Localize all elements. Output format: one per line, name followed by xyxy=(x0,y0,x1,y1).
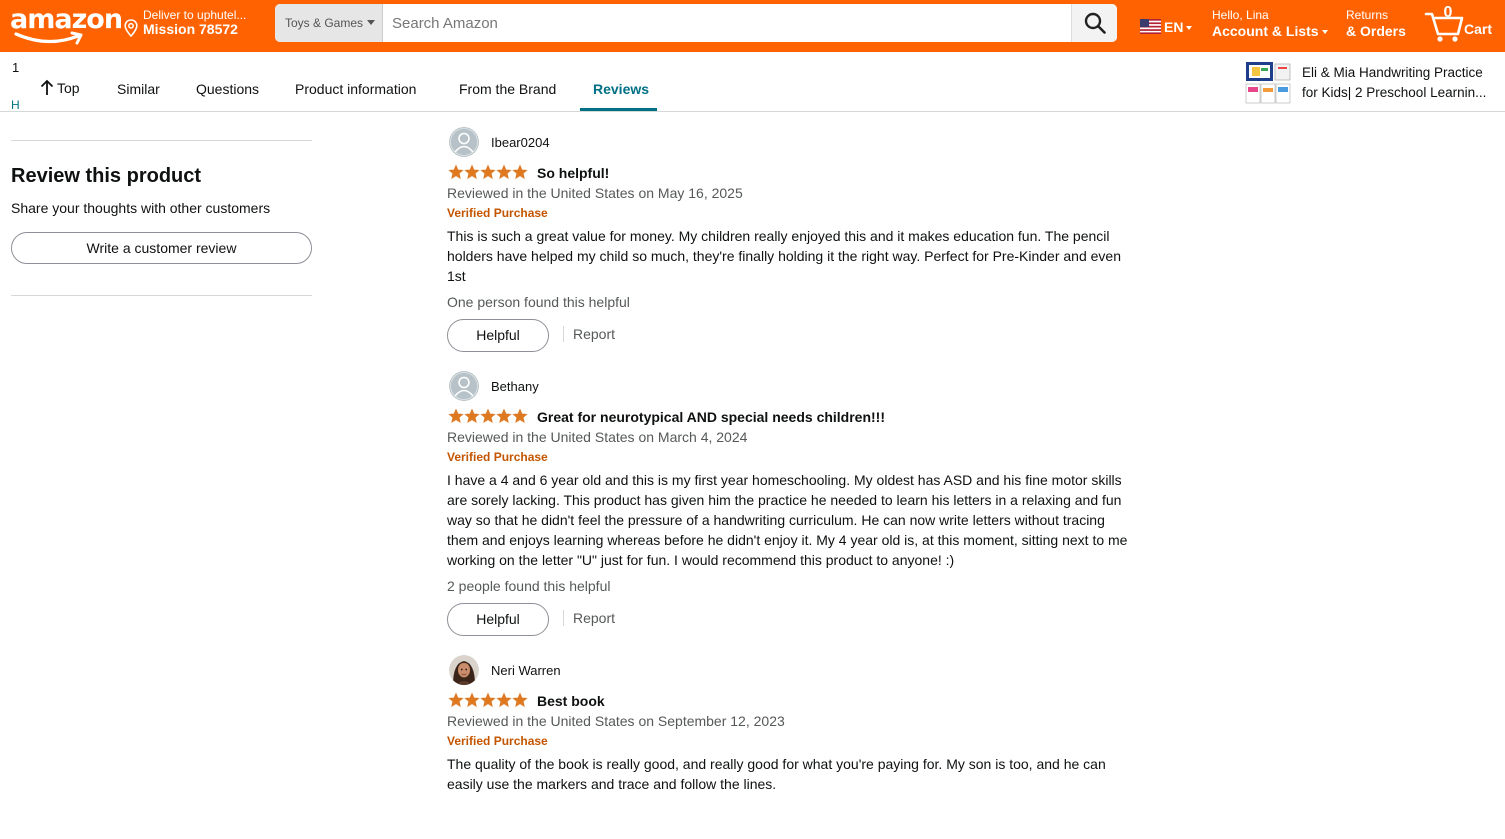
active-tab-indicator xyxy=(580,108,657,111)
review-item: Bethany Great for neurotypical AND speci… xyxy=(447,371,1137,637)
review-this-product-heading: Review this product xyxy=(11,165,202,187)
chevron-down-icon xyxy=(1321,30,1328,34)
user-photo-avatar xyxy=(449,655,479,685)
star-rating[interactable] xyxy=(448,408,528,425)
cart-button[interactable]: 0 Cart xyxy=(1424,4,1499,44)
us-flag-icon xyxy=(1140,19,1161,34)
review-body: The quality of the book is really good, … xyxy=(447,756,1106,792)
divider xyxy=(563,326,564,342)
tab-label: Top xyxy=(57,80,80,96)
helpful-button[interactable]: Helpful xyxy=(447,319,549,352)
search-input[interactable] xyxy=(383,4,1071,42)
account-lists-label: Account & Lists xyxy=(1212,23,1328,39)
reviews-list: Ibear0204 So helpful! Reviewed in the Un… xyxy=(447,127,1137,794)
chevron-down-icon xyxy=(1186,26,1193,30)
product-section-nav: 1 H Top Similar Questions Product inform… xyxy=(0,52,1505,112)
divider xyxy=(563,610,564,626)
search-bar: Toys & Games xyxy=(275,4,1117,42)
sticky-product-title: Eli & Mia Handwriting Practice for Kids|… xyxy=(1302,65,1487,100)
review-date: Reviewed in the United States on March 4… xyxy=(447,429,748,445)
tab-questions[interactable]: Questions xyxy=(196,81,259,97)
review-item: Ibear0204 So helpful! Reviewed in the Un… xyxy=(447,127,1137,353)
search-button[interactable] xyxy=(1071,4,1117,42)
review-title[interactable]: So helpful! xyxy=(537,165,609,181)
search-category-dropdown[interactable]: Toys & Games xyxy=(275,4,383,42)
tab-from-the-brand[interactable]: From the Brand xyxy=(459,81,556,97)
five-stars-icon xyxy=(448,164,528,179)
arrow-up-icon xyxy=(40,79,54,95)
search-icon xyxy=(1084,12,1106,34)
tab-top[interactable]: Top xyxy=(40,79,80,96)
chevron-down-icon xyxy=(367,20,376,25)
review-item: Neri Warren Best book Reviewed in the Un… xyxy=(447,655,1137,794)
review-this-product-subheading: Share your thoughts with other customers xyxy=(11,200,271,216)
review-this-product-panel: Review this product Share your thoughts … xyxy=(11,140,312,296)
smile-arrow-icon xyxy=(14,31,83,45)
write-review-button[interactable]: Write a customer review xyxy=(11,232,312,264)
review-body: I have a 4 and 6 year old and this is my… xyxy=(447,472,1128,568)
location-pin-icon xyxy=(124,19,138,37)
divider xyxy=(11,295,312,296)
returns-and-orders[interactable]: Returns & Orders xyxy=(1346,8,1406,39)
cart-count: 0 xyxy=(1443,4,1453,21)
report-link[interactable]: Report xyxy=(573,326,615,342)
verified-purchase-badge[interactable]: Verified Purchase xyxy=(447,734,1137,748)
sticky-product-summary[interactable]: Eli & Mia Handwriting Practice for Kids|… xyxy=(1245,61,1500,105)
returns-label: Returns xyxy=(1346,8,1389,22)
product-thumbnail xyxy=(1245,62,1291,104)
top-nav-bar: amazon Deliver to uphutel... Mission 785… xyxy=(0,0,1505,52)
default-avatar-icon xyxy=(449,371,479,401)
review-date: Reviewed in the United States on Septemb… xyxy=(447,713,785,729)
divider xyxy=(11,140,312,141)
orders-label: & Orders xyxy=(1346,23,1406,39)
language-label: EN xyxy=(1164,19,1193,35)
cart-label: Cart xyxy=(1464,21,1493,37)
helpful-button[interactable]: Helpful xyxy=(447,603,549,636)
five-stars-icon xyxy=(448,408,528,423)
verified-purchase-badge[interactable]: Verified Purchase xyxy=(447,206,1137,220)
review-date: Reviewed in the United States on May 16,… xyxy=(447,185,743,201)
tab-product-information[interactable]: Product information xyxy=(295,81,416,97)
subnav-number: 1 xyxy=(12,60,20,75)
reviewer-name[interactable]: Neri Warren xyxy=(491,663,561,678)
tab-reviews[interactable]: Reviews xyxy=(593,81,649,97)
amazon-logo[interactable]: amazon xyxy=(10,4,123,46)
reviewer-name[interactable]: Ibear0204 xyxy=(491,135,550,150)
tab-similar[interactable]: Similar xyxy=(117,81,160,97)
five-stars-icon xyxy=(448,692,528,707)
helpful-count: One person found this helpful xyxy=(447,294,630,310)
reviewer-name[interactable]: Bethany xyxy=(491,379,539,394)
helpful-count: 2 people found this helpful xyxy=(447,578,611,594)
verified-purchase-badge[interactable]: Verified Purchase xyxy=(447,450,1137,464)
account-greeting: Hello, Lina xyxy=(1212,8,1269,22)
review-title[interactable]: Best book xyxy=(537,693,605,709)
star-rating[interactable] xyxy=(448,692,528,709)
deliver-label: Deliver to uphutel... xyxy=(143,8,247,22)
review-title[interactable]: Great for neurotypical AND special needs… xyxy=(537,409,885,425)
default-avatar-icon xyxy=(449,127,479,157)
search-category-label: Toys & Games xyxy=(285,16,364,30)
star-rating[interactable] xyxy=(448,164,528,181)
account-and-lists[interactable]: Hello, Lina Account & Lists xyxy=(1212,8,1328,39)
report-link[interactable]: Report xyxy=(573,610,615,626)
subnav-letter[interactable]: H xyxy=(11,98,20,112)
deliver-location: Mission 78572 xyxy=(143,21,238,37)
review-body: This is such a great value for money. My… xyxy=(447,228,1121,284)
